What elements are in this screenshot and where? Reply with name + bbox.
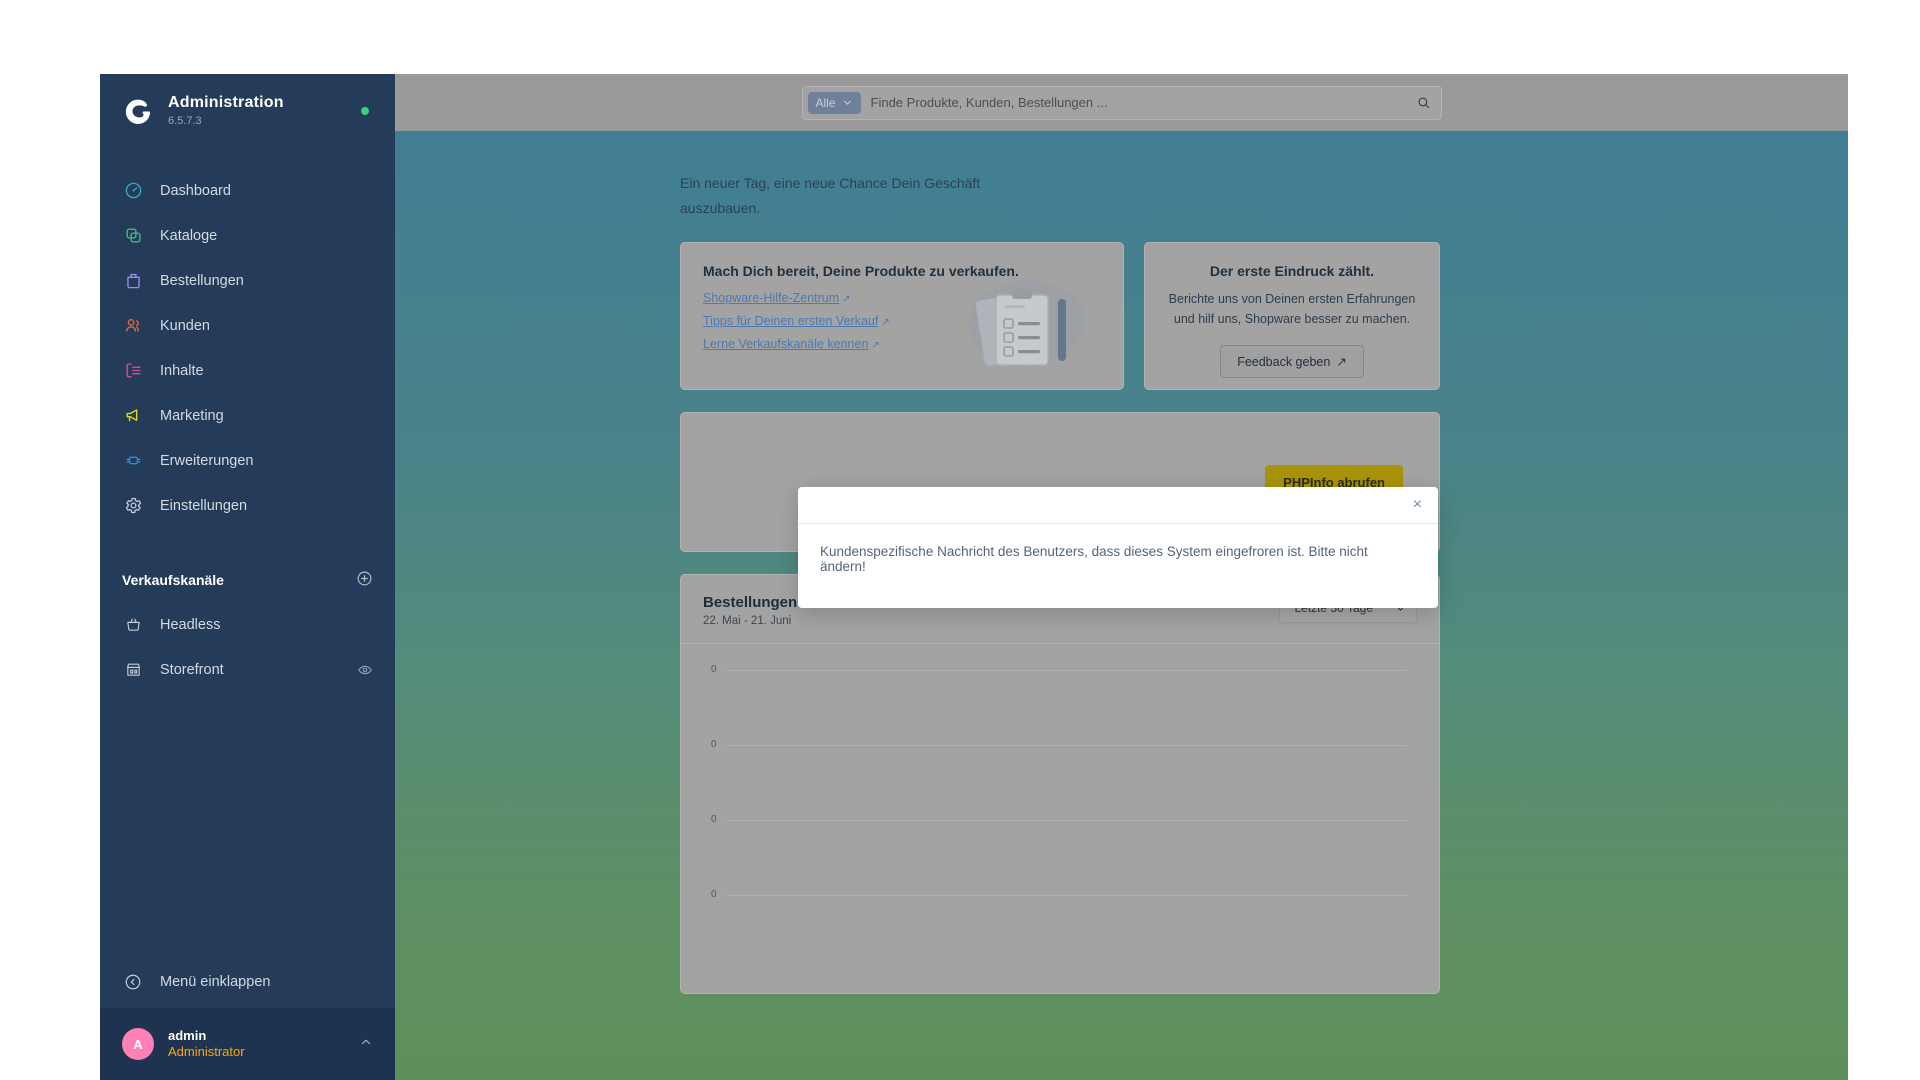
add-sales-channel-icon[interactable] xyxy=(356,570,373,590)
chevron-up-icon[interactable] xyxy=(359,1035,373,1054)
collapse-menu-label: Menü einklappen xyxy=(160,974,271,990)
user-role: Administrator xyxy=(168,1044,245,1059)
chart-plot-area: 0 0 0 0 xyxy=(681,644,1439,984)
chart-gridline-row: 0 xyxy=(705,664,1415,745)
shopware-logo-icon xyxy=(122,95,154,127)
link-help-center[interactable]: Shopware-Hilfe-Zentrum ↗ xyxy=(703,291,851,305)
sidebar-item-label: Kunden xyxy=(160,317,210,334)
info-cards-row: Mach Dich bereit, Deine Produkte zu verk… xyxy=(680,242,1440,390)
chevron-left-circle-icon xyxy=(122,971,144,993)
chart-ytick: 0 xyxy=(711,738,717,750)
sidebar-item-label: Storefront xyxy=(160,661,224,678)
card-title: Der erste Eindruck zählt. xyxy=(1209,263,1375,279)
external-link-icon: ↗ xyxy=(871,340,880,351)
modal-header: × xyxy=(798,487,1438,524)
chart-gridline-row: 0 xyxy=(705,739,1415,820)
external-link-icon: ↗ xyxy=(881,317,890,328)
orders-icon xyxy=(122,270,144,292)
link-first-sale-tips[interactable]: Tipps für Deinen ersten Verkauf ↗ xyxy=(703,314,890,328)
sidebar-brand[interactable]: Administration 6.5.7.3 xyxy=(100,74,395,146)
sidebar-item-inhalte[interactable]: Inhalte xyxy=(100,348,395,393)
feedback-button-label: Feedback geben xyxy=(1237,354,1331,369)
link-learn-sales-channels[interactable]: Lerne Verkaufskanäle kennen ↗ xyxy=(703,337,880,351)
collapse-menu-button[interactable]: Menü einklappen xyxy=(100,956,395,1008)
sidebar-item-label: Marketing xyxy=(160,407,224,424)
sidebar-item-label: Inhalte xyxy=(160,362,204,379)
sidebar-item-label: Dashboard xyxy=(160,182,231,199)
external-link-icon: ↗ xyxy=(842,294,851,305)
chart-gridline-row: 0 xyxy=(705,814,1415,895)
card-orders-chart: Bestellungen 22. Mai - 21. Juni Letzte 3… xyxy=(680,574,1440,994)
sidebar-item-headless[interactable]: Headless xyxy=(100,602,395,647)
customers-icon xyxy=(122,315,144,337)
sidebar-item-label: Bestellungen xyxy=(160,272,244,289)
search-scope-selector[interactable]: Alle xyxy=(807,91,861,114)
chart-gridline xyxy=(727,819,1407,821)
sidebar-main-nav: Dashboard Kataloge Bestellungen Kunden I… xyxy=(100,146,395,528)
sidebar-item-erweiterungen[interactable]: Erweiterungen xyxy=(100,438,395,483)
admin-app-window: Administration 6.5.7.3 Dashboard Katalog… xyxy=(100,74,1848,1080)
settings-gear-icon xyxy=(122,495,144,517)
chart-title: Bestellungen xyxy=(703,594,798,611)
modal-message: Kundenspezifische Nachricht des Benutzer… xyxy=(820,544,1368,574)
dashboard-icon xyxy=(122,180,144,202)
sidebar-item-label: Kataloge xyxy=(160,227,218,244)
sidebar-brand-title: Administration xyxy=(168,94,284,112)
sales-channels-list: Headless Storefront xyxy=(100,602,395,692)
sidebar-item-label: Einstellungen xyxy=(160,497,248,514)
eye-icon[interactable] xyxy=(357,662,373,678)
sidebar-item-kunden[interactable]: Kunden xyxy=(100,303,395,348)
catalogs-icon xyxy=(122,225,144,247)
sidebar-item-kataloge[interactable]: Kataloge xyxy=(100,213,395,258)
card-feedback: Der erste Eindruck zählt. Berichte uns v… xyxy=(1144,242,1440,390)
sidebar-item-marketing[interactable]: Marketing xyxy=(100,393,395,438)
sidebar: Administration 6.5.7.3 Dashboard Katalog… xyxy=(100,74,395,1080)
global-search-bar[interactable]: Alle xyxy=(801,85,1442,120)
content-area: Alle Ein neuer Tag, eine neue Chance Dei… xyxy=(395,74,1848,1080)
sidebar-item-label: Erweiterungen xyxy=(160,452,254,469)
sidebar-item-bestellungen[interactable]: Bestellungen xyxy=(100,258,395,303)
greeting-text: Ein neuer Tag, eine neue Chance Dein Ges… xyxy=(680,175,981,216)
card-text: Berichte uns von Deinen ersten Erfahrung… xyxy=(1168,292,1416,326)
sales-channels-header: Verkaufskanäle xyxy=(100,564,395,596)
search-input[interactable] xyxy=(870,95,1406,110)
chevron-down-icon xyxy=(843,100,851,105)
card-get-ready-to-sell: Mach Dich bereit, Deine Produkte zu verk… xyxy=(680,242,1124,390)
close-icon[interactable]: × xyxy=(1413,497,1422,513)
content-icon xyxy=(122,360,144,382)
avatar: A xyxy=(122,1028,154,1060)
extensions-icon xyxy=(122,450,144,472)
user-name: admin xyxy=(168,1027,207,1043)
marketing-icon xyxy=(122,405,144,427)
feedback-button[interactable]: Feedback geben ↗ xyxy=(1220,345,1364,378)
sidebar-brand-version: 6.5.7.3 xyxy=(168,114,202,127)
chart-gridline xyxy=(727,669,1407,671)
chart-ytick: 0 xyxy=(711,663,717,675)
sidebar-item-label: Headless xyxy=(160,616,221,633)
external-link-icon: ↗ xyxy=(1336,355,1347,369)
status-indicator-dot xyxy=(361,107,369,115)
chart-subtitle: 22. Mai - 21. Juni xyxy=(703,614,792,627)
clipboard-illustration-icon xyxy=(958,271,1093,381)
chart-ytick: 0 xyxy=(711,813,717,825)
basket-icon xyxy=(122,614,144,636)
custom-message-modal: × Kundenspezifische Nachricht des Benutz… xyxy=(798,487,1438,608)
chart-gridline xyxy=(727,894,1407,896)
sales-channels-title: Verkaufskanäle xyxy=(122,572,224,588)
sidebar-item-einstellungen[interactable]: Einstellungen xyxy=(100,483,395,528)
search-icon[interactable] xyxy=(1416,95,1431,110)
search-scope-label: Alle xyxy=(815,95,836,110)
sidebar-item-dashboard[interactable]: Dashboard xyxy=(100,168,395,213)
chart-gridline-row: 0 xyxy=(705,889,1415,970)
chart-ytick: 0 xyxy=(711,888,717,900)
top-bar: Alle xyxy=(395,74,1848,131)
chart-gridline xyxy=(727,744,1407,746)
user-profile-menu[interactable]: A admin Administrator xyxy=(100,1008,395,1080)
storefront-icon xyxy=(122,659,144,681)
sidebar-item-storefront[interactable]: Storefront xyxy=(100,647,395,692)
